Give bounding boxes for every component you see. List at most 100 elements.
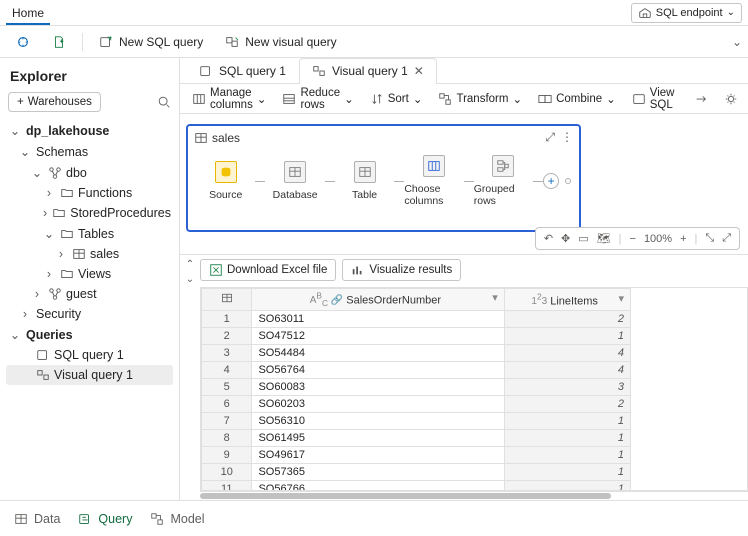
cell-salesorder[interactable]: SO56766 xyxy=(252,481,504,491)
horizontal-scrollbar[interactable] xyxy=(200,491,748,500)
tab-home[interactable]: Home xyxy=(6,2,50,24)
cell-lineitems[interactable]: 2 xyxy=(504,311,630,328)
zoom-out-button[interactable]: − xyxy=(630,233,636,245)
tree-node-visual-query-1[interactable]: Visual query 1 xyxy=(6,365,173,385)
view-sql-button[interactable]: View SQL xyxy=(626,84,681,114)
cell-lineitems[interactable]: 1 xyxy=(504,430,630,447)
chevron-down-icon[interactable]: ⌄ xyxy=(732,35,742,49)
table-row[interactable]: 7SO563101 xyxy=(202,413,631,430)
step-table[interactable]: Table xyxy=(335,161,394,201)
pipeline-endpoint[interactable] xyxy=(565,178,571,184)
row-header-corner[interactable] xyxy=(202,289,252,311)
table-row[interactable]: 3SO544844 xyxy=(202,345,631,362)
view-model[interactable]: Model xyxy=(150,512,204,526)
chevron-up-icon[interactable]: ⌃ xyxy=(186,259,194,270)
tree-node-tables[interactable]: ⌄Tables xyxy=(6,223,173,244)
chevron-down-icon[interactable]: ⌄ xyxy=(186,274,194,285)
sort-button[interactable]: Sort ⌄ xyxy=(364,89,429,109)
fit-icon[interactable]: ▭ xyxy=(578,232,588,245)
visual-query-canvas[interactable]: sales ⤢ ⋮ Source Database Table Choose c… xyxy=(180,114,748,254)
view-data[interactable]: Data xyxy=(14,512,60,526)
visualize-results-button[interactable]: Visualize results xyxy=(342,259,461,281)
combine-button[interactable]: Combine ⌄ xyxy=(532,89,622,109)
new-visual-query-button[interactable]: New visual query xyxy=(215,31,346,53)
tree-node-sales[interactable]: ›sales xyxy=(6,244,173,264)
refresh-button[interactable] xyxy=(6,31,40,53)
fullscreen-icon[interactable]: ⤢ xyxy=(722,232,731,245)
cell-lineitems[interactable]: 1 xyxy=(504,447,630,464)
filter-icon[interactable]: ▾ xyxy=(618,292,624,305)
cell-salesorder[interactable]: SO60083 xyxy=(252,379,504,396)
cell-salesorder[interactable]: SO57365 xyxy=(252,464,504,481)
tree-node-storedprocs[interactable]: ›StoredProcedures xyxy=(6,203,173,223)
new-item-button[interactable] xyxy=(42,31,76,53)
tree-node-functions[interactable]: ›Functions xyxy=(6,183,173,203)
cell-salesorder[interactable]: SO56764 xyxy=(252,362,504,379)
search-icon[interactable] xyxy=(157,95,171,109)
pan-icon[interactable]: ✥ xyxy=(561,232,570,245)
collapse-icon[interactable]: ⤡ xyxy=(705,232,714,245)
table-row[interactable]: 11SO567661 xyxy=(202,481,631,491)
cell-lineitems[interactable]: 1 xyxy=(504,464,630,481)
cell-salesorder[interactable]: SO56310 xyxy=(252,413,504,430)
cell-salesorder[interactable]: SO60203 xyxy=(252,396,504,413)
manage-columns-button[interactable]: Manage columns ⌄ xyxy=(186,84,272,114)
new-sql-query-button[interactable]: New SQL query xyxy=(89,31,213,53)
expand-icon[interactable]: ⤢ xyxy=(545,130,555,145)
undo-icon[interactable]: ↶ xyxy=(544,232,553,245)
cell-salesorder[interactable]: SO54484 xyxy=(252,345,504,362)
view-query[interactable]: Query xyxy=(78,512,132,526)
download-excel-button[interactable]: Download Excel file xyxy=(200,259,336,281)
step-database[interactable]: Database xyxy=(265,161,324,201)
cell-lineitems[interactable]: 1 xyxy=(504,328,630,345)
cell-salesorder[interactable]: SO47512 xyxy=(252,328,504,345)
tree-node-lakehouse[interactable]: ⌄dp_lakehouse xyxy=(6,120,173,141)
column-header-salesorder[interactable]: ABC 🔗 SalesOrderNumber ▾ xyxy=(252,289,504,311)
cell-lineitems[interactable]: 4 xyxy=(504,362,630,379)
pipeline-sales[interactable]: sales ⤢ ⋮ Source Database Table Choose c… xyxy=(186,124,581,232)
tree-node-views[interactable]: ›Views xyxy=(6,264,173,284)
chevron-down-icon: ⌄ xyxy=(344,92,354,106)
results-grid[interactable]: ABC 🔗 SalesOrderNumber ▾ 123 LineItems ▾… xyxy=(200,287,748,491)
reduce-rows-button[interactable]: Reduce rows ⌄ xyxy=(276,84,359,114)
more-icon[interactable]: ⋮ xyxy=(561,130,573,145)
tab-sql-query-1[interactable]: SQL query 1 xyxy=(186,58,299,83)
table-row[interactable]: 6SO602032 xyxy=(202,396,631,413)
tab-visual-query-1[interactable]: Visual query 1✕ xyxy=(299,58,437,83)
cell-salesorder[interactable]: SO63011 xyxy=(252,311,504,328)
close-icon[interactable]: ✕ xyxy=(414,64,424,78)
export-button[interactable] xyxy=(688,89,714,109)
tree-node-schemas[interactable]: ⌄Schemas xyxy=(6,141,173,162)
table-row[interactable]: 8SO614951 xyxy=(202,430,631,447)
cell-salesorder[interactable]: SO49617 xyxy=(252,447,504,464)
tree-node-queries[interactable]: ⌄Queries xyxy=(6,324,173,345)
cell-lineitems[interactable]: 1 xyxy=(504,481,630,491)
cell-lineitems[interactable]: 1 xyxy=(504,413,630,430)
table-row[interactable]: 10SO573651 xyxy=(202,464,631,481)
tree-node-dbo[interactable]: ⌄dbo xyxy=(6,162,173,183)
tree-node-sql-query-1[interactable]: SQL query 1 xyxy=(6,345,173,365)
add-warehouses-button[interactable]: +Warehouses xyxy=(8,92,101,112)
cell-lineitems[interactable]: 2 xyxy=(504,396,630,413)
add-step-button[interactable]: + xyxy=(543,173,559,189)
table-row[interactable]: 2SO475121 xyxy=(202,328,631,345)
step-grouped-rows[interactable]: Grouped rows xyxy=(474,155,533,207)
tree-node-security[interactable]: ›Security xyxy=(6,304,173,324)
cell-salesorder[interactable]: SO61495 xyxy=(252,430,504,447)
tree-node-guest[interactable]: ›guest xyxy=(6,284,173,304)
zoom-in-button[interactable]: + xyxy=(680,233,686,245)
table-row[interactable]: 4SO567644 xyxy=(202,362,631,379)
column-header-lineitems[interactable]: 123 LineItems ▾ xyxy=(504,289,630,311)
sql-endpoint-selector[interactable]: SQL endpoint ⌄ xyxy=(631,3,742,23)
settings-button[interactable] xyxy=(718,89,744,109)
step-source[interactable]: Source xyxy=(196,161,255,201)
map-icon[interactable]: 🗺 xyxy=(597,232,611,245)
transform-button[interactable]: Transform ⌄ xyxy=(432,89,528,109)
step-choose-columns[interactable]: Choose columns xyxy=(404,155,463,207)
cell-lineitems[interactable]: 4 xyxy=(504,345,630,362)
table-row[interactable]: 1SO630112 xyxy=(202,311,631,328)
filter-icon[interactable]: ▾ xyxy=(492,291,498,304)
table-row[interactable]: 9SO496171 xyxy=(202,447,631,464)
table-row[interactable]: 5SO600833 xyxy=(202,379,631,396)
cell-lineitems[interactable]: 3 xyxy=(504,379,630,396)
